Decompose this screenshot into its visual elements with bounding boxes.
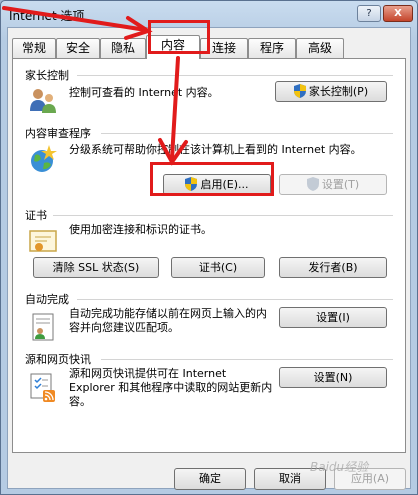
- tab-connections[interactable]: 连接: [200, 38, 248, 58]
- dialog-client-area: 常规 安全 隐私 内容 连接 程序 高级 家长控制 控制可查看的 Interne…: [7, 27, 411, 490]
- parental-control-description: 控制可查看的 Internet 内容。: [69, 86, 219, 99]
- autocomplete-settings-button[interactable]: 设置(I): [279, 307, 387, 328]
- parental-control-group-label: 家长控制: [25, 69, 69, 82]
- enable-button-label: 启用(E)...: [200, 178, 249, 191]
- autocomplete-form-icon: [27, 311, 59, 343]
- tab-content[interactable]: 内容: [146, 35, 200, 59]
- enable-content-advisor-button[interactable]: 启用(E)...: [163, 174, 271, 195]
- certificates-description: 使用加密连接和标识的证书。: [69, 223, 212, 236]
- close-button[interactable]: X: [383, 5, 413, 22]
- divider: [101, 359, 393, 360]
- feeds-group-label: 源和网页快讯: [25, 353, 91, 366]
- autocomplete-group-label: 自动完成: [25, 293, 69, 306]
- baidu-watermark: Baidu经验: [310, 460, 369, 474]
- content-advisor-globe-icon: [27, 143, 59, 175]
- content-tab-panel: 家长控制 控制可查看的 Internet 内容。 家长控制(P) 内容审查程序: [12, 58, 406, 453]
- tab-privacy[interactable]: 隐私: [100, 38, 146, 58]
- settings-button-label: 设置(T): [321, 178, 360, 191]
- tab-security[interactable]: 安全: [56, 38, 100, 58]
- tab-general[interactable]: 常规: [12, 38, 56, 58]
- content-advisor-group-label: 内容审查程序: [25, 127, 91, 140]
- divider: [101, 133, 393, 134]
- feeds-settings-button[interactable]: 设置(N): [279, 367, 387, 388]
- divider: [53, 215, 393, 216]
- ok-button[interactable]: 确定: [174, 468, 246, 490]
- window-title: Internet 选项: [9, 9, 85, 23]
- internet-options-window: Internet 选项 ? X 常规 安全 隐私 内容 连接 程序 高级 家长控…: [0, 0, 418, 495]
- divider: [77, 299, 393, 300]
- content-advisor-settings-button[interactable]: 设置(T): [279, 174, 387, 195]
- divider: [77, 75, 393, 76]
- uac-shield-icon: [185, 177, 198, 197]
- certificates-button[interactable]: 证书(C): [171, 257, 265, 278]
- publishers-button[interactable]: 发行者(B): [279, 257, 387, 278]
- title-bar[interactable]: Internet 选项 ? X: [1, 1, 417, 29]
- uac-shield-icon: [306, 177, 319, 197]
- tab-programs[interactable]: 程序: [248, 38, 296, 58]
- autocomplete-description: 自动完成功能存储以前在网页上输入的内容并向您建议匹配项。: [69, 307, 267, 334]
- parental-controls-button[interactable]: 家长控制(P): [275, 81, 387, 102]
- content-advisor-description: 分级系统可帮助你控制在该计算机上看到的 Internet 内容。: [69, 143, 362, 156]
- certificates-group-label: 证书: [25, 209, 47, 222]
- tab-advanced[interactable]: 高级: [296, 38, 344, 58]
- clear-ssl-state-button[interactable]: 清除 SSL 状态(S): [33, 257, 159, 278]
- uac-shield-icon: [293, 84, 306, 104]
- certificate-icon: [27, 225, 59, 257]
- parental-controls-button-label: 家长控制(P): [308, 85, 369, 98]
- feeds-rss-icon: [27, 371, 59, 403]
- feeds-description: 源和网页快讯提供可在 Internet Explorer 和其他程序中读取的网站…: [69, 367, 273, 408]
- help-button[interactable]: ?: [357, 5, 381, 22]
- parental-users-icon: [27, 85, 59, 117]
